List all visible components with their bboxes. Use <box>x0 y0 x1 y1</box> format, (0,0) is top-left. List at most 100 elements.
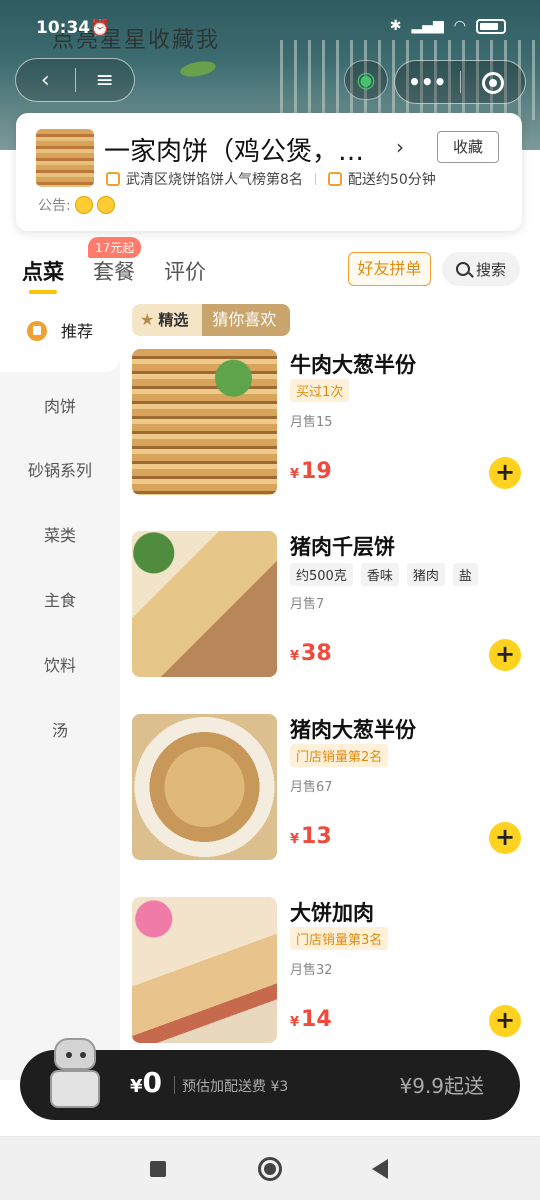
wechat-icon: ◉ <box>356 67 376 93</box>
dish-name: 大饼加肉 <box>290 901 374 925</box>
star-icon: ★ <box>140 310 155 329</box>
dish-tag: 门店销量第2名 <box>290 744 389 767</box>
target-icon <box>481 72 504 95</box>
recents-icon[interactable] <box>150 1161 166 1177</box>
store-meta: 武清区烧饼馅饼人气榜第8名 配送约50分钟 <box>106 169 436 189</box>
dish-tag: 买过1次 <box>290 379 350 402</box>
dish-spec: 盐 <box>452 563 478 586</box>
notice-label: 公告: <box>38 198 71 214</box>
close-miniapp-button[interactable] <box>461 70 526 95</box>
back-icon[interactable] <box>372 1159 388 1179</box>
dish-name: 猪肉千层饼 <box>290 535 395 559</box>
add-to-cart-button[interactable]: + <box>489 1005 521 1037</box>
chevron-right-icon[interactable]: › <box>396 135 404 159</box>
plus-icon: + <box>494 1006 516 1034</box>
dish-image[interactable] <box>132 714 277 860</box>
battery-icon <box>476 18 506 34</box>
dish-image[interactable] <box>132 531 277 677</box>
dish-item[interactable]: 猪肉大葱半份 门店销量第2名 月售67 ¥13 + <box>132 714 522 860</box>
dish-monthly-sales: 月售15 <box>290 415 333 430</box>
home-icon[interactable] <box>258 1157 282 1181</box>
dish-tag: 门店销量第3名 <box>290 927 389 950</box>
bluetooth-icon: ✱ <box>389 18 402 34</box>
back-button[interactable]: ‹ <box>16 68 75 93</box>
clock-icon <box>327 172 342 186</box>
dish-price: ¥13 <box>290 824 332 849</box>
dish-monthly-sales: 月售7 <box>290 597 325 612</box>
status-icons: ✱ ▂▄▆ ◠ <box>390 18 506 34</box>
plus-icon: + <box>494 640 516 668</box>
tab-combo[interactable]: 套餐 <box>93 256 135 286</box>
dish-spec: 猪肉 <box>406 563 445 586</box>
featured-tag: ★ 精选 <box>132 304 203 336</box>
alarm-clock-icon: ⏰ <box>90 18 110 37</box>
cart-mascot-icon[interactable] <box>44 1038 106 1118</box>
dish-spec: 约500克 <box>290 563 353 586</box>
combo-price-badge: 17元起 <box>88 237 142 258</box>
dish-image[interactable] <box>132 349 277 495</box>
tab-reviews[interactable]: 评价 <box>164 256 206 286</box>
featured-label: 精选 <box>158 311 189 329</box>
cart-total: ¥0 <box>130 1066 163 1099</box>
banner-leaf <box>179 58 217 80</box>
sidebar-item-meat-pie[interactable]: 肉饼 <box>0 375 120 439</box>
dish-item[interactable]: 大饼加肉 门店销量第3名 月售32 ¥14 + <box>132 897 522 1043</box>
menu-button[interactable]: ≡ <box>76 68 135 93</box>
plus-icon: + <box>494 823 516 851</box>
signal-icon: ▂▄▆ <box>411 18 444 34</box>
dish-image[interactable] <box>132 897 277 1043</box>
store-ranking[interactable]: 武清区烧饼馅饼人气榜第8名 <box>126 169 303 189</box>
sidebar-item-soup[interactable]: 汤 <box>0 699 120 763</box>
chevron-left-icon: ‹ <box>40 67 50 93</box>
status-bar: 10:34 ⏰ ✱ ▂▄▆ ◠ <box>0 14 540 44</box>
favorite-button[interactable]: 收藏 <box>437 131 499 163</box>
status-time: 10:34 <box>36 18 91 38</box>
search-button[interactable]: 搜索 <box>442 252 520 286</box>
dish-item[interactable]: 猪肉千层饼 约500克 香味 猪肉 盐 月售7 ¥38 + <box>132 531 522 677</box>
section-header: ★ 精选 猜你喜欢 <box>132 304 291 336</box>
sidebar-item-dishes[interactable]: 菜类 <box>0 504 120 568</box>
delivery-time: 配送约50分钟 <box>347 172 436 188</box>
plus-icon: + <box>494 458 516 486</box>
dish-monthly-sales: 月售32 <box>290 963 333 978</box>
group-order-button[interactable]: 好友拼单 <box>348 252 431 286</box>
dish-price: ¥14 <box>290 1007 332 1032</box>
tab-bar: 点菜 套餐 17元起 评价 好友拼单 搜索 <box>0 237 540 298</box>
dish-name: 猪肉大葱半份 <box>290 718 416 742</box>
add-to-cart-button[interactable]: + <box>489 639 521 671</box>
more-button[interactable]: ••• <box>395 70 460 94</box>
cart-bar[interactable]: ¥0 预估加配送费 ¥3 ¥9.9起送 <box>20 1038 520 1120</box>
sidebar-item-recommend[interactable]: 推荐 <box>0 300 120 372</box>
sidebar-item-casserole[interactable]: 砂锅系列 <box>0 439 120 503</box>
smile-emoji-icon <box>74 196 93 214</box>
store-logo <box>36 129 94 187</box>
dish-name: 牛肉大葱半份 <box>290 353 416 377</box>
wechat-share-button[interactable]: ◉ <box>344 60 388 100</box>
search-label: 搜索 <box>475 260 506 279</box>
wifi-icon: ◠ <box>453 18 466 34</box>
store-card[interactable]: 一家肉饼（鸡公煲，… › 收藏 武清区烧饼馅饼人气榜第8名 配送约50分钟 公告… <box>16 113 522 231</box>
store-notice[interactable]: 公告: <box>38 195 115 215</box>
store-name: 一家肉饼（鸡公煲，… <box>104 137 365 167</box>
more-dots-icon: ••• <box>408 70 447 94</box>
dish-price: ¥38 <box>290 641 332 666</box>
dish-price: ¥19 <box>290 459 332 484</box>
dish-monthly-sales: 月售67 <box>290 780 333 795</box>
dish-spec: 香味 <box>360 563 399 586</box>
tab-active-indicator <box>29 290 57 294</box>
delivery-fee-estimate: 预估加配送费 ¥3 <box>182 1079 289 1095</box>
hamburger-icon: ≡ <box>95 67 114 93</box>
tab-order[interactable]: 点菜 <box>22 256 64 286</box>
dish-item[interactable]: 牛肉大葱半份 买过1次 月售15 ¥19 + <box>132 349 522 495</box>
add-to-cart-button[interactable]: + <box>489 457 521 489</box>
minimum-order-button[interactable]: ¥9.9起送 <box>399 1070 484 1099</box>
ranking-icon <box>106 172 120 186</box>
system-nav-bar <box>0 1136 540 1200</box>
dish-specs: 约500克 香味 猪肉 盐 <box>290 563 478 586</box>
sidebar-item-staple[interactable]: 主食 <box>0 569 120 633</box>
miniapp-capsule: ••• <box>394 60 526 104</box>
recommend-icon <box>26 321 47 341</box>
sidebar-item-drinks[interactable]: 饮料 <box>0 634 120 698</box>
add-to-cart-button[interactable]: + <box>489 822 521 854</box>
search-icon <box>455 262 470 276</box>
